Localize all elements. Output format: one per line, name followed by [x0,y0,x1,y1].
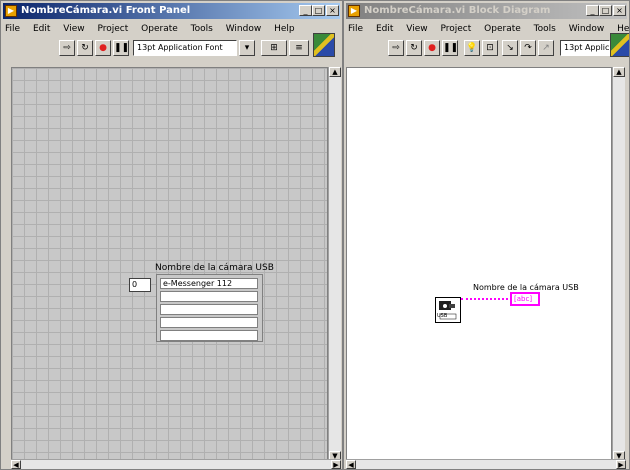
list-item[interactable]: e-Messenger 112 [160,278,258,289]
close-button[interactable]: × [613,5,626,16]
menu-window[interactable]: Window [226,24,262,34]
menu-edit[interactable]: Edit [33,24,50,34]
maximize-button[interactable]: □ [312,5,325,16]
labview-app-icon: ▶ [5,5,17,17]
block-diagram-canvas[interactable] [346,67,612,461]
block-diagram-titlebar[interactable]: ▶ NombreCámara.vi Block Diagram _ □ × [346,3,627,19]
align-objects-icon[interactable]: ⊞ [261,40,287,56]
menu-project[interactable]: Project [97,24,128,34]
front-panel-titlebar[interactable]: ▶ NombreCámara.vi Front Panel _ □ × [3,3,340,19]
front-panel-vscroll[interactable]: ▲ ▼ [328,67,341,461]
highlight-execution-icon[interactable]: 💡 [464,40,480,56]
scroll-right-icon[interactable]: ▶ [331,460,341,469]
front-panel-menubar: File Edit View Project Operate Tools Win… [5,22,305,36]
distribute-objects-icon[interactable]: ≡ [289,40,309,56]
step-into-icon[interactable]: ↘ [502,40,518,56]
step-over-icon[interactable]: ↷ [520,40,536,56]
list-item[interactable] [160,330,258,341]
scroll-up-icon[interactable]: ▲ [329,67,341,77]
menu-view[interactable]: View [406,24,427,34]
font-selector[interactable]: 13pt Application Font [560,40,610,56]
scroll-up-icon[interactable]: ▲ [613,67,625,77]
run-continuously-icon[interactable]: ↻ [77,40,93,56]
list-item[interactable] [160,304,258,315]
context-help-icon[interactable] [610,33,629,57]
menu-operate[interactable]: Operate [141,24,178,34]
context-help-icon[interactable] [313,33,335,57]
block-diagram-title: NombreCámara.vi Block Diagram [364,5,551,16]
scroll-left-icon[interactable]: ◀ [346,460,356,469]
menu-edit[interactable]: Edit [376,24,393,34]
font-selector[interactable]: 13pt Application Font [133,40,237,56]
pause-icon[interactable]: ❚❚ [113,40,129,56]
step-out-icon[interactable]: ↗ [538,40,554,56]
run-arrow-icon[interactable]: ⇨ [388,40,404,56]
menu-file[interactable]: File [5,24,20,34]
menu-help[interactable]: Help [274,24,295,34]
font-dropdown-icon[interactable]: ▾ [239,40,255,56]
abort-icon[interactable]: ● [95,40,111,56]
camera-name-array[interactable]: e-Messenger 112 [156,274,263,342]
menu-project[interactable]: Project [440,24,471,34]
run-arrow-icon[interactable]: ⇨ [59,40,75,56]
pause-icon[interactable]: ❚❚ [442,40,458,56]
front-panel-hscroll[interactable]: ◀ ▶ [11,459,341,469]
retain-wire-values-icon[interactable]: ⊡ [482,40,498,56]
list-item[interactable] [160,317,258,328]
block-diagram-window: ▶ NombreCámara.vi Block Diagram _ □ × Fi… [343,0,630,470]
menu-window[interactable]: Window [569,24,605,34]
indicator-text: [abc] [514,295,533,303]
scroll-right-icon[interactable]: ▶ [616,460,626,469]
menu-tools[interactable]: Tools [534,24,556,34]
menu-file[interactable]: File [348,24,363,34]
list-item[interactable] [160,291,258,302]
menu-view[interactable]: View [63,24,84,34]
front-panel-title: NombreCámara.vi Front Panel [21,5,191,16]
control-label: Nombre de la cámara USB [155,263,274,273]
maximize-button[interactable]: □ [599,5,612,16]
array-index-display[interactable]: 0 [129,278,151,292]
block-diagram-hscroll[interactable]: ◀ ▶ [346,459,626,469]
usb-camera-subvi-icon[interactable]: USB [435,297,461,323]
block-diagram-menubar: File Edit View Project Operate Tools Win… [348,22,629,36]
subvi-label: USB [437,313,448,319]
run-continuously-icon[interactable]: ↻ [406,40,422,56]
indicator-label: Nombre de la cámara USB [473,283,579,292]
string-array-wire[interactable] [461,298,512,300]
camera-name-indicator[interactable]: [abc] [510,292,540,306]
minimize-button[interactable]: _ [586,5,599,16]
block-diagram-vscroll[interactable]: ▲ ▼ [612,67,625,461]
close-button[interactable]: × [326,5,339,16]
menu-tools[interactable]: Tools [191,24,213,34]
minimize-button[interactable]: _ [299,5,312,16]
abort-icon[interactable]: ● [424,40,440,56]
labview-app-icon: ▶ [348,5,360,17]
front-panel-window: ▶ NombreCámara.vi Front Panel _ □ × File… [0,0,343,470]
menu-operate[interactable]: Operate [484,24,521,34]
scroll-left-icon[interactable]: ◀ [11,460,21,469]
